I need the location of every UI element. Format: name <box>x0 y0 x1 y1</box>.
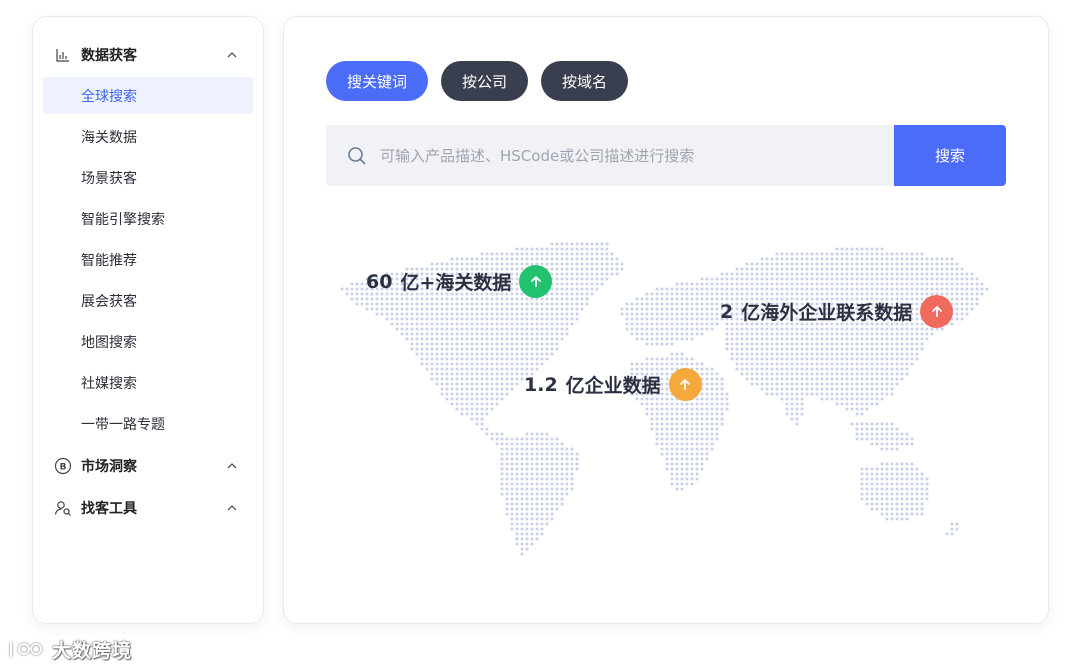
sidebar-group-market-insight[interactable]: B 市场洞察 <box>33 446 263 486</box>
tab-company[interactable]: 按公司 <box>441 61 529 101</box>
watermark: 大数跨境 <box>8 636 132 663</box>
stat-text: 亿海外企业联系数据 <box>741 302 913 324</box>
sidebar-item[interactable]: 全球搜索 <box>43 77 253 114</box>
watermark-logo-icon <box>10 641 42 657</box>
chevron-up-icon[interactable] <box>225 48 239 62</box>
stat-number: 60 <box>366 270 393 293</box>
sidebar-group-label: 市场洞察 <box>81 459 137 475</box>
chevron-up-icon[interactable] <box>225 501 239 515</box>
sidebar-item[interactable]: 展会获客 <box>43 282 253 319</box>
sidebar-group-label: 找客工具 <box>81 501 137 517</box>
svg-text:B: B <box>60 463 67 473</box>
stat-overseas-contacts: 2 亿海外企业联系数据 <box>720 295 954 328</box>
arrow-up-icon <box>668 368 702 401</box>
stat-enterprise-data: 1.2 亿企业数据 <box>524 368 702 401</box>
sidebar-group-label: 数据获客 <box>81 48 137 64</box>
main-panel: 搜关键词 按公司 按域名 搜索 60 亿+海关数据 2 亿海外企业联系数据 1.… <box>283 16 1049 624</box>
watermark-text: 大数跨境 <box>52 640 133 662</box>
chevron-up-icon[interactable] <box>225 459 239 473</box>
bar-chart-icon <box>53 45 73 65</box>
sidebar-item[interactable]: 地图搜索 <box>43 323 253 360</box>
sidebar-item[interactable]: 一带一路专题 <box>43 405 253 442</box>
search-icon <box>346 145 368 167</box>
stat-number: 2 <box>720 300 734 323</box>
sidebar-item[interactable]: 社媒搜索 <box>43 364 253 401</box>
sidebar-item[interactable]: 智能引擎搜索 <box>43 200 253 237</box>
search-button[interactable]: 搜索 <box>894 125 1006 186</box>
arrow-up-icon <box>920 295 954 328</box>
sidebar-item[interactable]: 场景获客 <box>43 159 253 196</box>
search-mode-tabs: 搜关键词 按公司 按域名 <box>326 61 629 101</box>
tab-domain[interactable]: 按域名 <box>541 61 629 101</box>
stat-text: 亿企业数据 <box>565 375 661 397</box>
user-search-icon <box>53 498 73 518</box>
sidebar-item[interactable]: 智能推荐 <box>43 241 253 278</box>
arrow-up-icon <box>519 265 553 298</box>
stat-text: 亿+海关数据 <box>400 272 512 294</box>
search-bar: 搜索 <box>326 125 1006 186</box>
sidebar: 数据获客 全球搜索海关数据场景获客智能引擎搜索 智能推荐展会获客地图搜索社媒搜索一… <box>32 16 264 624</box>
sidebar-group-customer-tools[interactable]: 找客工具 <box>33 488 263 528</box>
stat-number: 1.2 <box>524 373 558 396</box>
sidebar-item[interactable]: 海关数据 <box>43 118 253 155</box>
sidebar-group-data-acquisition[interactable]: 数据获客 <box>33 35 263 75</box>
stat-customs-data: 60 亿+海关数据 <box>366 265 553 298</box>
tab-keyword[interactable]: 搜关键词 <box>326 61 429 101</box>
b-circle-icon: B <box>53 456 73 476</box>
search-input[interactable] <box>380 146 894 165</box>
